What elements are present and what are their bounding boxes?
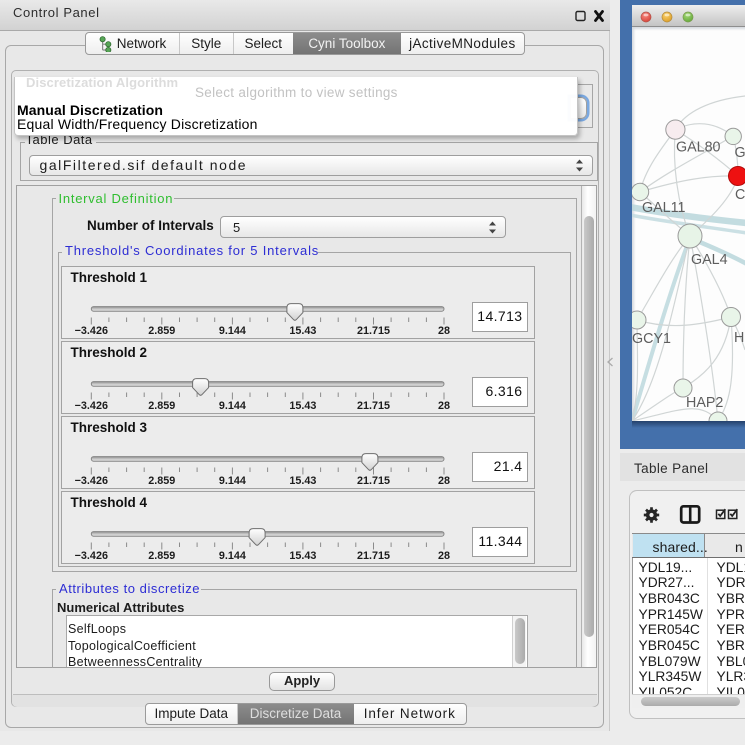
svg-text:−3.426: −3.426 [75, 400, 108, 412]
svg-text:9.144: 9.144 [219, 475, 246, 487]
svg-text:28: 28 [438, 400, 450, 412]
svg-text:−3.426: −3.426 [75, 475, 108, 487]
svg-text:GCY1: GCY1 [632, 331, 671, 347]
svg-text:28: 28 [438, 550, 450, 562]
svg-text:21.715: 21.715 [357, 475, 390, 487]
svg-text:GA: GA [735, 145, 745, 161]
svg-text:15.43: 15.43 [289, 475, 316, 487]
svg-text:GAL80: GAL80 [676, 140, 721, 156]
svg-text:2.859: 2.859 [148, 475, 175, 487]
svg-text:15.43: 15.43 [289, 550, 316, 562]
svg-text:HAP2: HAP2 [686, 395, 723, 411]
svg-text:21.715: 21.715 [357, 400, 390, 412]
svg-text:9.144: 9.144 [219, 325, 246, 337]
svg-text:28: 28 [438, 475, 450, 487]
svg-text:15.43: 15.43 [289, 400, 316, 412]
svg-text:9.144: 9.144 [219, 400, 246, 412]
svg-text:15.43: 15.43 [289, 325, 316, 337]
svg-text:GAL11: GAL11 [642, 200, 685, 216]
svg-text:−3.426: −3.426 [75, 550, 108, 562]
svg-text:9.144: 9.144 [219, 550, 246, 562]
svg-text:21.715: 21.715 [357, 325, 390, 337]
svg-text:21.715: 21.715 [357, 550, 390, 562]
svg-text:C: C [735, 187, 745, 203]
svg-text:2.859: 2.859 [148, 550, 175, 562]
svg-text:−3.426: −3.426 [75, 325, 108, 337]
svg-text:2.859: 2.859 [148, 325, 175, 337]
svg-text:H: H [734, 330, 744, 346]
svg-text:GAL4: GAL4 [691, 252, 728, 268]
svg-text:28: 28 [438, 325, 450, 337]
svg-text:2.859: 2.859 [148, 400, 175, 412]
